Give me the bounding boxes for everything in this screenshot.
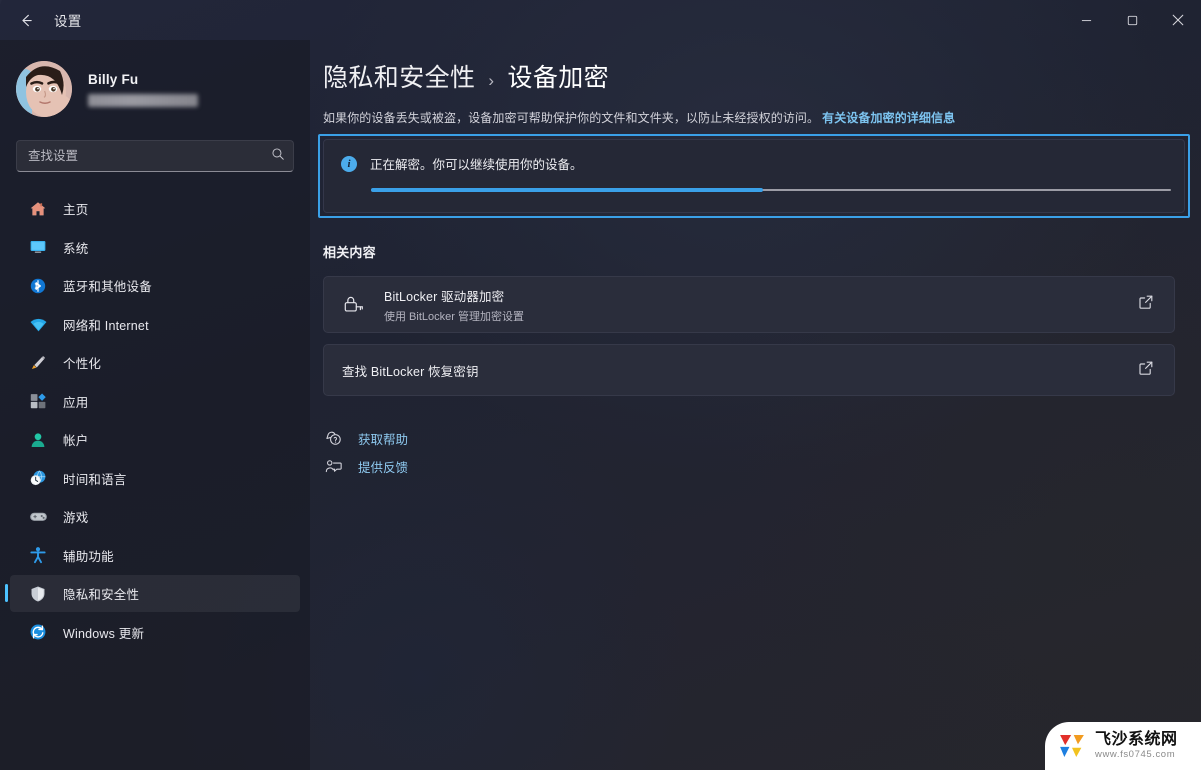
sidebar-item-5[interactable]: 应用 [10, 383, 300, 420]
decrypting-status-card: i 正在解密。你可以继续使用你的设备。 [323, 139, 1185, 213]
title-bar: 设置 [0, 0, 1201, 40]
find-bitlocker-recovery-key-card[interactable]: 查找 BitLocker 恢复密钥 [323, 344, 1175, 396]
profile-email-redacted [88, 93, 198, 107]
sidebar-item-label: 个性化 [63, 357, 102, 371]
sidebar-item-2[interactable]: 蓝牙和其他设备 [10, 267, 300, 304]
external-link-icon[interactable] [1138, 294, 1154, 315]
breadcrumb-separator: › [488, 71, 495, 90]
profile-text: Billy Fu [88, 72, 198, 107]
sidebar-item-label: 网络和 Internet [63, 318, 149, 333]
time-language-icon [28, 468, 48, 488]
sidebar-item-0[interactable]: 主页 [10, 190, 300, 227]
maximize-icon [1127, 15, 1137, 25]
accounts-icon [28, 430, 48, 450]
breadcrumb: 隐私和安全性 › 设备加密 [323, 58, 1201, 94]
sidebar-item-11[interactable]: Windows 更新 [10, 614, 300, 651]
watermark-name: 飞沙系统网 [1095, 730, 1178, 748]
avatar [16, 61, 72, 117]
sidebar-item-3[interactable]: 网络和 Internet [10, 306, 300, 343]
sidebar-item-9[interactable]: 辅助功能 [10, 537, 300, 574]
bitlocker-lock-icon [342, 293, 366, 317]
main-content: 隐私和安全性 › 设备加密 如果你的设备丢失或被盗，设备加密可帮助保护你的文件和… [310, 40, 1201, 770]
sidebar-item-label: 帐户 [63, 434, 89, 448]
windows-update-icon [28, 622, 48, 642]
get-help-label: 获取帮助 [358, 432, 409, 447]
card-title: 查找 BitLocker 恢复密钥 [342, 364, 479, 379]
watermark-url: www.fs0745.com [1095, 749, 1176, 761]
give-feedback-label: 提供反馈 [358, 460, 409, 475]
card-body: BitLocker 驱动器加密 使用 BitLocker 管理加密设置 [384, 286, 1138, 324]
network-icon [28, 314, 48, 334]
back-button[interactable] [6, 4, 46, 36]
sidebar: Billy Fu 主页系统蓝牙和其他设备网络和 Internet 个性化应用帐户时… [0, 40, 310, 770]
description-text: 如果你的设备丢失或被盗，设备加密可帮助保护你的文件和文件夹，以防止未经授权的访问… [323, 111, 820, 125]
info-icon: i [341, 155, 357, 172]
sidebar-item-6[interactable]: 帐户 [10, 421, 300, 458]
sidebar-item-label: 主页 [63, 203, 89, 217]
minimize-icon [1081, 19, 1091, 21]
sidebar-item-label: 应用 [63, 395, 89, 410]
give-feedback-link[interactable]: 提供反馈 [323, 452, 463, 480]
sidebar-item-label: 游戏 [63, 511, 89, 525]
sidebar-item-label: 隐私和安全性 [63, 588, 140, 602]
bluetooth-icon [28, 276, 48, 296]
maximize-button[interactable] [1109, 0, 1155, 40]
get-help-link[interactable]: 获取帮助 [323, 424, 463, 452]
settings-window: 设置 Billy Fu 查找设置 主页 系统 蓝牙和其他设备 网络和 Inter… [0, 0, 1201, 770]
card-body: 查找 BitLocker 恢复密钥 [342, 361, 1138, 380]
breadcrumb-parent[interactable]: 隐私和安全性 [323, 58, 475, 94]
watermark: 飞沙系统网 www.fs0745.com [1045, 722, 1201, 770]
sidebar-item-label: 蓝牙和其他设备 [63, 280, 152, 294]
sidebar-item-7[interactable]: 时间和语言 [10, 460, 300, 497]
minimize-button[interactable] [1063, 0, 1109, 40]
device-encryption-status-highlight: i 正在解密。你可以继续使用你的设备。 [318, 134, 1190, 218]
page-title: 设备加密 [507, 64, 610, 92]
search-input[interactable] [16, 140, 294, 172]
sidebar-item-label: 系统 [63, 241, 89, 256]
personalization-icon [28, 353, 48, 373]
system-icon [28, 237, 48, 257]
help-icon [323, 428, 343, 448]
privacy-security-icon [28, 584, 48, 604]
learn-more-link[interactable]: 有关设备加密的详细信息 [822, 111, 955, 125]
back-arrow-icon [21, 14, 32, 26]
bitlocker-drive-encryption-card[interactable]: BitLocker 驱动器加密 使用 BitLocker 管理加密设置 [323, 276, 1175, 333]
watermark-text: 飞沙系统网 www.fs0745.com [1095, 730, 1178, 761]
related-section-title: 相关内容 [323, 245, 376, 260]
watermark-logo-icon [1060, 734, 1084, 758]
avatar-image [16, 61, 72, 117]
close-button[interactable] [1155, 0, 1201, 40]
sidebar-item-8[interactable]: 游戏 [10, 498, 300, 535]
gaming-icon [28, 507, 48, 527]
home-icon [28, 199, 48, 219]
footer-links: 获取帮助 提供反馈 [323, 424, 1201, 480]
navigation-list: 主页系统蓝牙和其他设备 网络和 Internet 个性化应用帐户时间和语言游戏辅助功… [0, 190, 310, 651]
sidebar-item-4[interactable]: 个性化 [10, 344, 300, 381]
close-icon [1172, 14, 1184, 26]
sidebar-item-label: 辅助功能 [63, 549, 114, 564]
window-title: 设置 [54, 14, 82, 29]
search-container [16, 140, 294, 172]
accessibility-icon [28, 545, 48, 565]
sidebar-item-label: Windows 更新 [63, 626, 145, 641]
user-profile[interactable]: Billy Fu [16, 54, 310, 124]
progress-fill [371, 188, 763, 192]
status-message: 正在解密。你可以继续使用你的设备。 [370, 158, 583, 172]
profile-name: Billy Fu [88, 71, 139, 87]
page-description: 如果你的设备丢失或被盗，设备加密可帮助保护你的文件和文件夹，以防止未经授权的访问… [323, 109, 1201, 126]
sidebar-item-label: 时间和语言 [63, 472, 127, 487]
sidebar-item-10[interactable]: 隐私和安全性 [5, 575, 300, 612]
apps-icon [28, 391, 48, 411]
card-subtitle: 使用 BitLocker 管理加密设置 [384, 310, 524, 323]
sidebar-item-1[interactable]: 系统 [10, 229, 300, 266]
decryption-progress-bar [371, 188, 1171, 192]
card-title: BitLocker 驱动器加密 [384, 289, 505, 304]
external-link-icon[interactable] [1138, 360, 1154, 381]
status-row: i 正在解密。你可以继续使用你的设备。 [341, 154, 1162, 173]
feedback-icon [323, 456, 343, 476]
